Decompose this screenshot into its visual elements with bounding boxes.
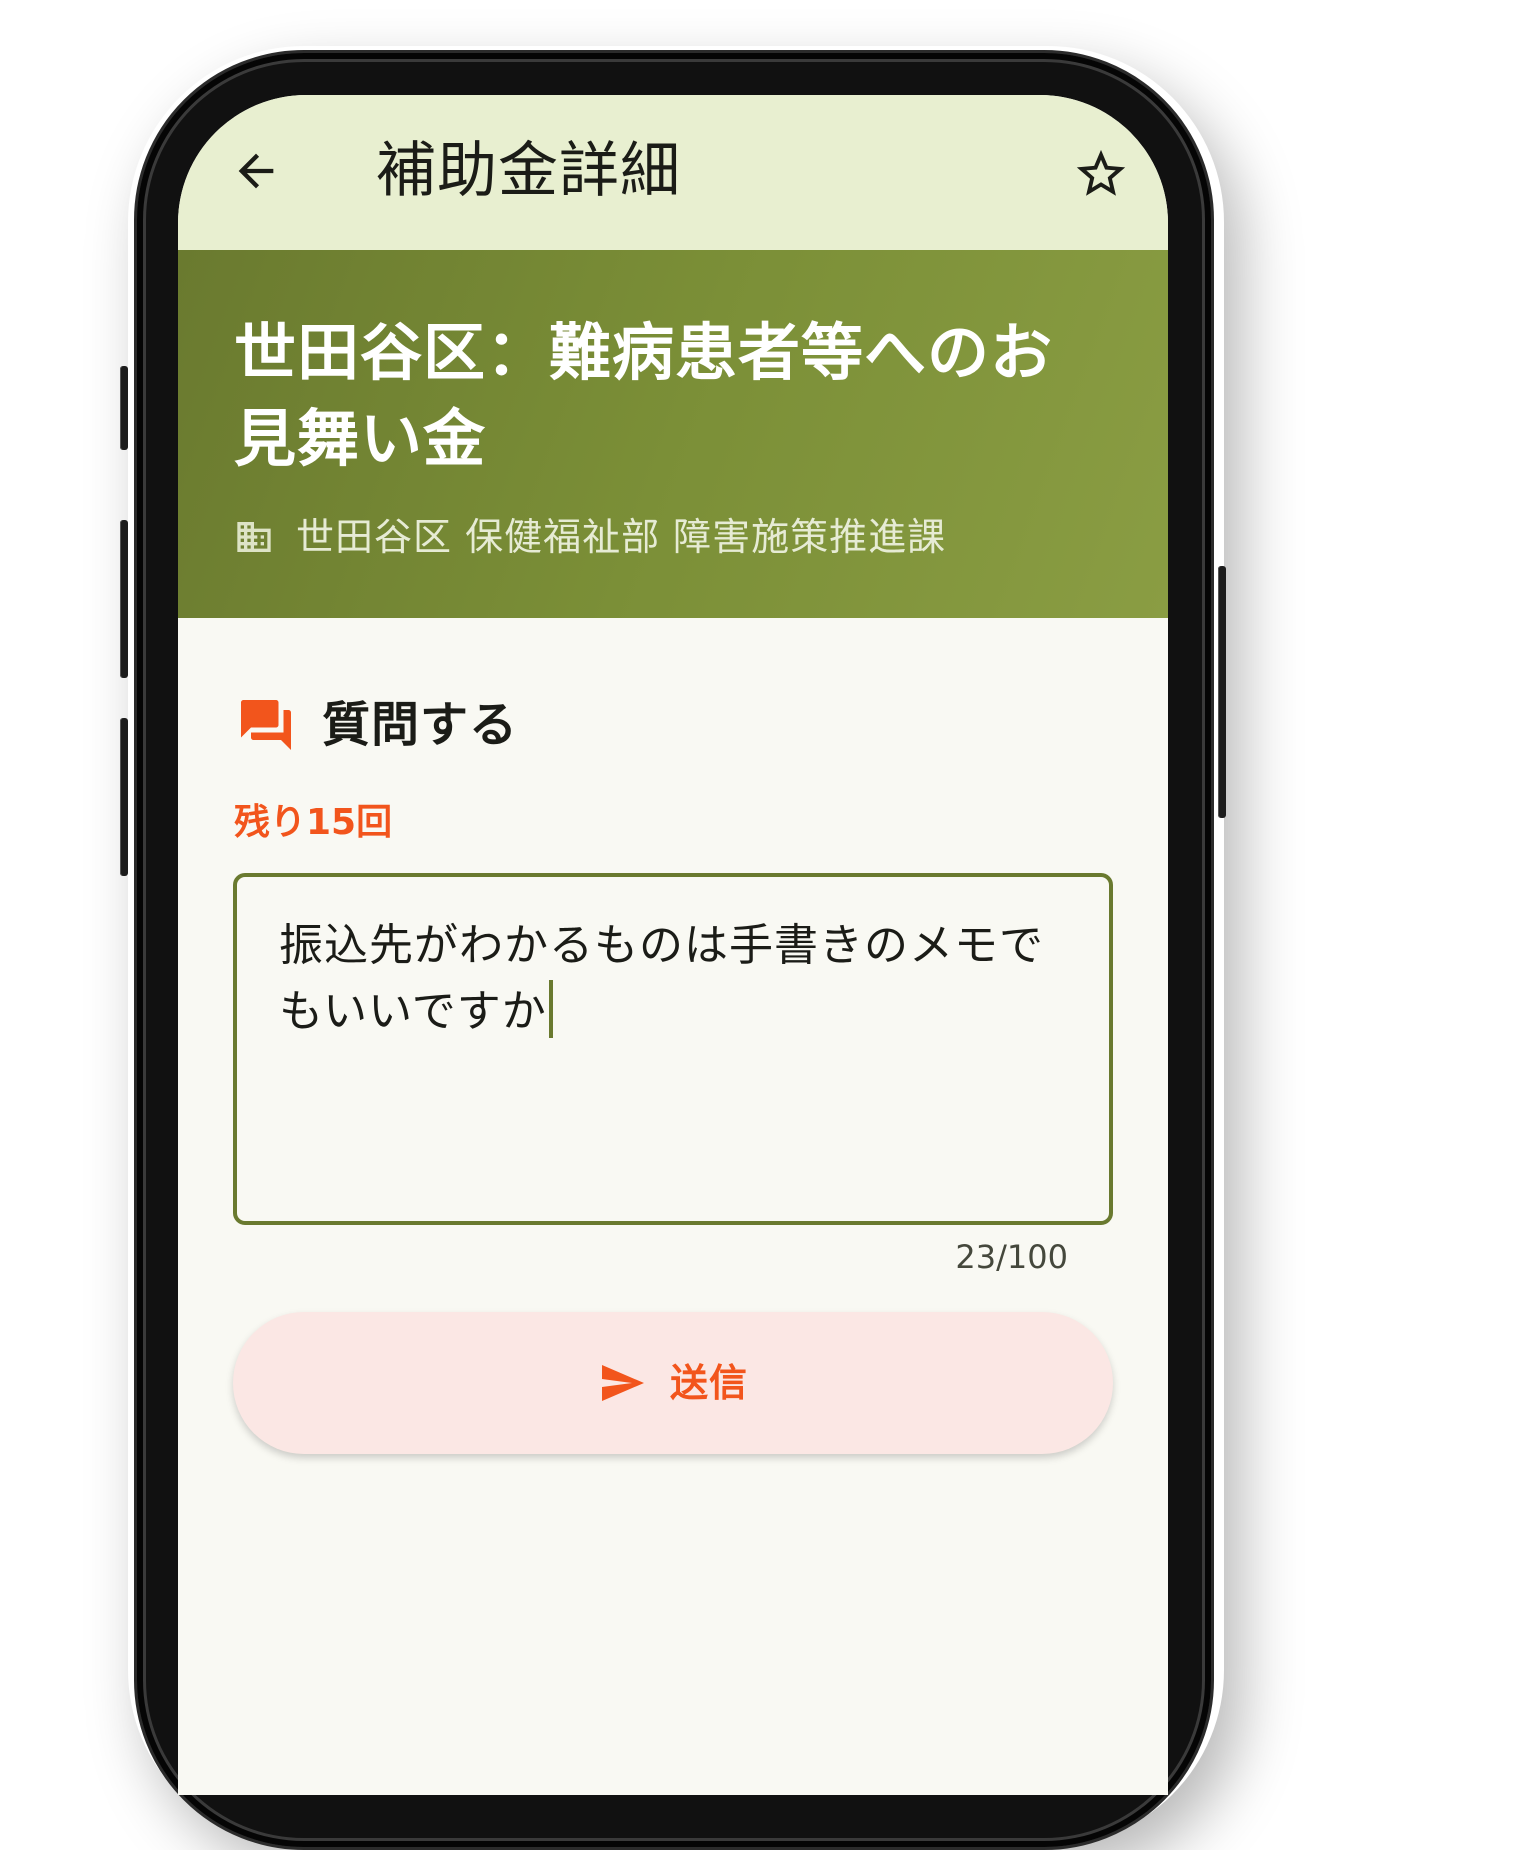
subsidy-header: 世田谷区：難病患者等へのお見舞い金 世田谷区 保健福祉部 障害施策推進課 [178, 250, 1168, 618]
arrow-back-icon[interactable] [230, 145, 282, 197]
organization-name: 世田谷区 保健福祉部 障害施策推進課 [296, 515, 947, 559]
section-title: 質問する [322, 697, 519, 753]
send-button-label: 送信 [669, 1361, 748, 1405]
send-button[interactable]: 送信 [233, 1312, 1113, 1454]
character-counter: 23/100 [955, 1238, 1068, 1276]
phone-side-button-volume-down [120, 718, 128, 876]
app-screen: 補助金詳細 世田谷区：難病患者等へのお見舞い金 世田谷区 保健福祉部 障害施策推… [178, 95, 1168, 1795]
forum-icon [241, 700, 291, 750]
question-input[interactable]: 振込先がわかるものは手書きのメモでもいいですか [233, 873, 1113, 1225]
question-section-header: 質問する [236, 693, 518, 757]
building-icon [237, 522, 271, 552]
star-outline-icon[interactable] [1072, 145, 1130, 203]
organization-row: 世田谷区 保健福祉部 障害施策推進課 [234, 512, 946, 562]
subsidy-title: 世田谷区：難病患者等へのお見舞い金 [234, 316, 1054, 475]
question-input-value: 振込先がわかるものは手書きのメモでもいいですか [279, 920, 1044, 1037]
phone-side-button-power [1218, 566, 1226, 818]
send-icon [601, 1365, 644, 1401]
text-caret [548, 980, 553, 1038]
remaining-count: 残り15回 [234, 802, 393, 843]
page-title: 補助金詳細 [376, 136, 681, 206]
top-app-bar: 補助金詳細 [178, 95, 1168, 250]
phone-side-button-mute [120, 366, 128, 450]
phone-side-button-volume-up [120, 520, 128, 678]
question-input-text[interactable]: 振込先がわかるものは手書きのメモでもいいですか [279, 913, 1079, 1045]
